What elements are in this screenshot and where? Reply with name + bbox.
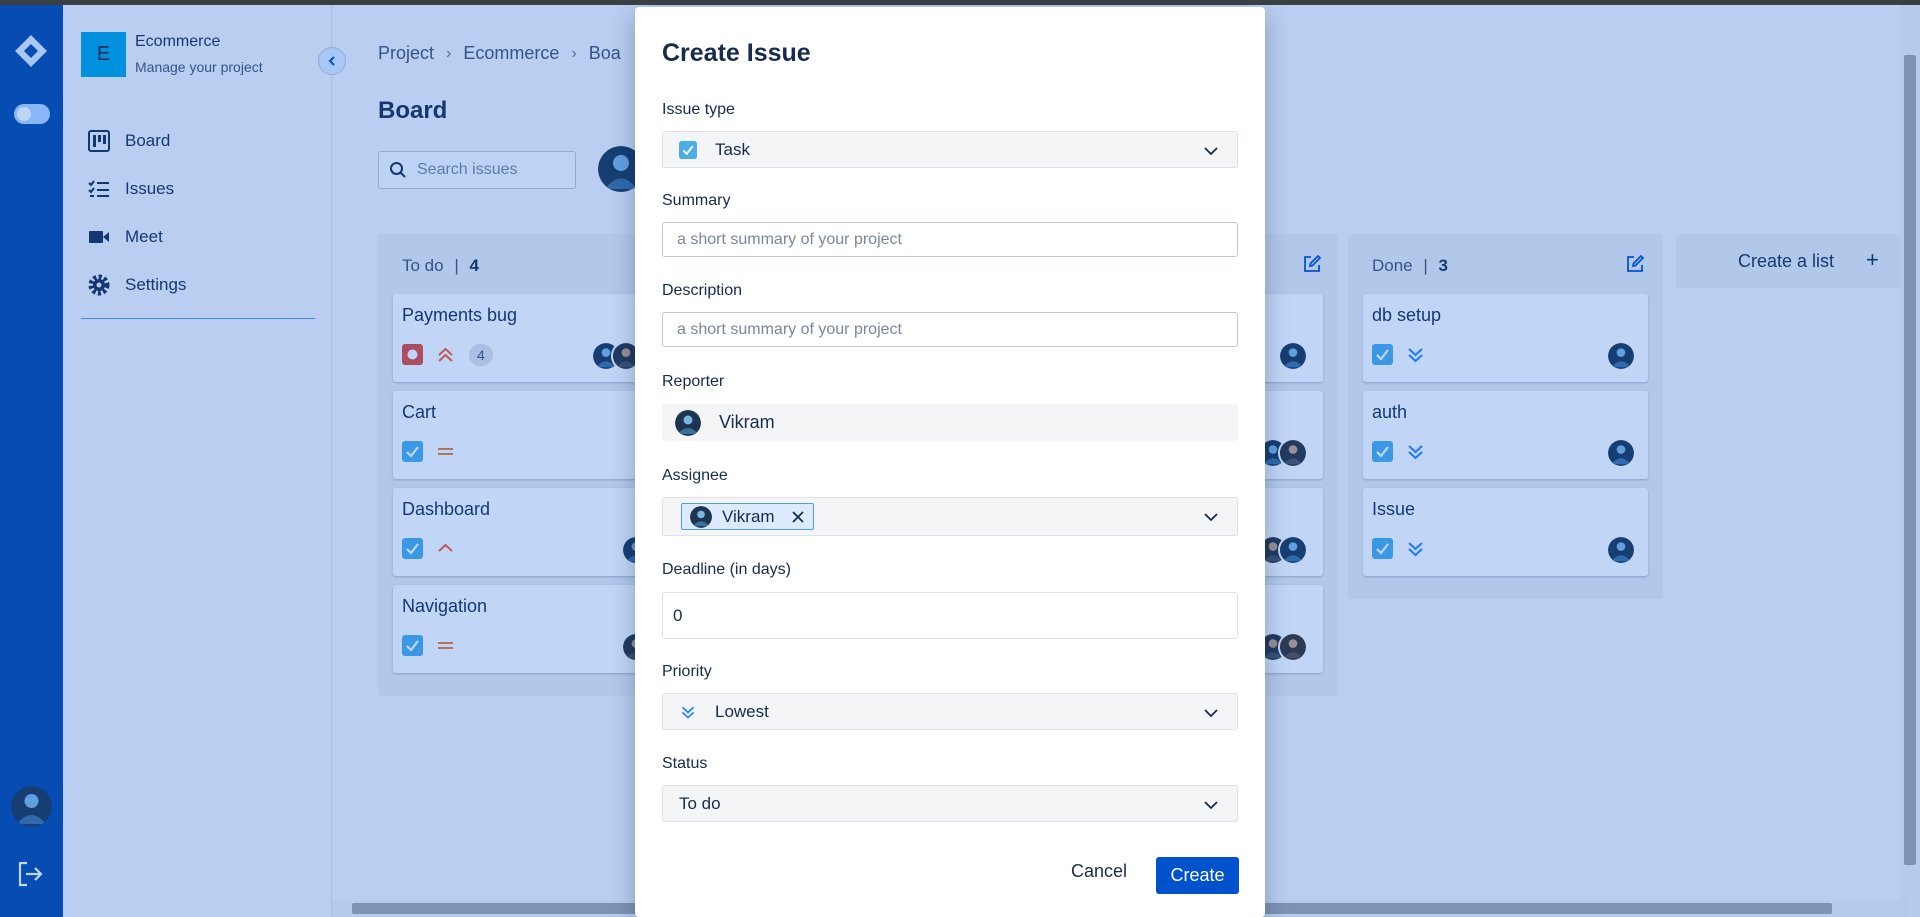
- description-label: Description: [662, 282, 743, 299]
- summary-input[interactable]: [662, 222, 1238, 257]
- summary-label: Summary: [662, 192, 731, 209]
- priority-value: Lowest: [715, 701, 769, 721]
- create-button[interactable]: Create: [1156, 857, 1239, 894]
- lowest-priority-icon: [681, 706, 695, 719]
- assignee-label: Assignee: [662, 467, 728, 484]
- assignee-select[interactable]: Vikram: [662, 497, 1238, 536]
- task-checkbox-icon: [679, 140, 697, 159]
- chevron-down-icon: [1204, 709, 1218, 718]
- reporter-avatar: [675, 409, 701, 436]
- deadline-input[interactable]: [662, 592, 1238, 639]
- chevron-down-icon: [1204, 147, 1218, 156]
- reporter-label: Reporter: [662, 373, 725, 390]
- status-value: To do: [679, 793, 721, 813]
- status-label: Status: [662, 755, 708, 772]
- create-issue-dialog: Create Issue Issue type Task Summary Des…: [635, 7, 1265, 917]
- issue-type-value: Task: [715, 139, 750, 159]
- deadline-label: Deadline (in days): [662, 561, 791, 578]
- status-select[interactable]: To do: [662, 785, 1238, 822]
- assignee-chip[interactable]: Vikram: [681, 503, 814, 530]
- cancel-button[interactable]: Cancel: [1065, 857, 1133, 886]
- priority-label: Priority: [662, 663, 712, 680]
- reporter-field[interactable]: Vikram: [662, 404, 1238, 441]
- reporter-name: Vikram: [719, 412, 775, 432]
- issue-type-label: Issue type: [662, 101, 735, 118]
- assignee-avatar: [690, 505, 712, 528]
- assignee-name: Vikram: [722, 506, 775, 526]
- description-input[interactable]: [662, 312, 1238, 347]
- remove-assignee-icon[interactable]: [791, 510, 805, 524]
- chevron-down-icon: [1204, 801, 1218, 810]
- app: E Ecommerce Manage your project Board Is…: [0, 5, 1920, 917]
- priority-select[interactable]: Lowest: [662, 693, 1238, 730]
- dialog-title: Create Issue: [662, 39, 811, 67]
- chevron-down-icon: [1204, 513, 1218, 522]
- issue-type-select[interactable]: Task: [662, 131, 1238, 168]
